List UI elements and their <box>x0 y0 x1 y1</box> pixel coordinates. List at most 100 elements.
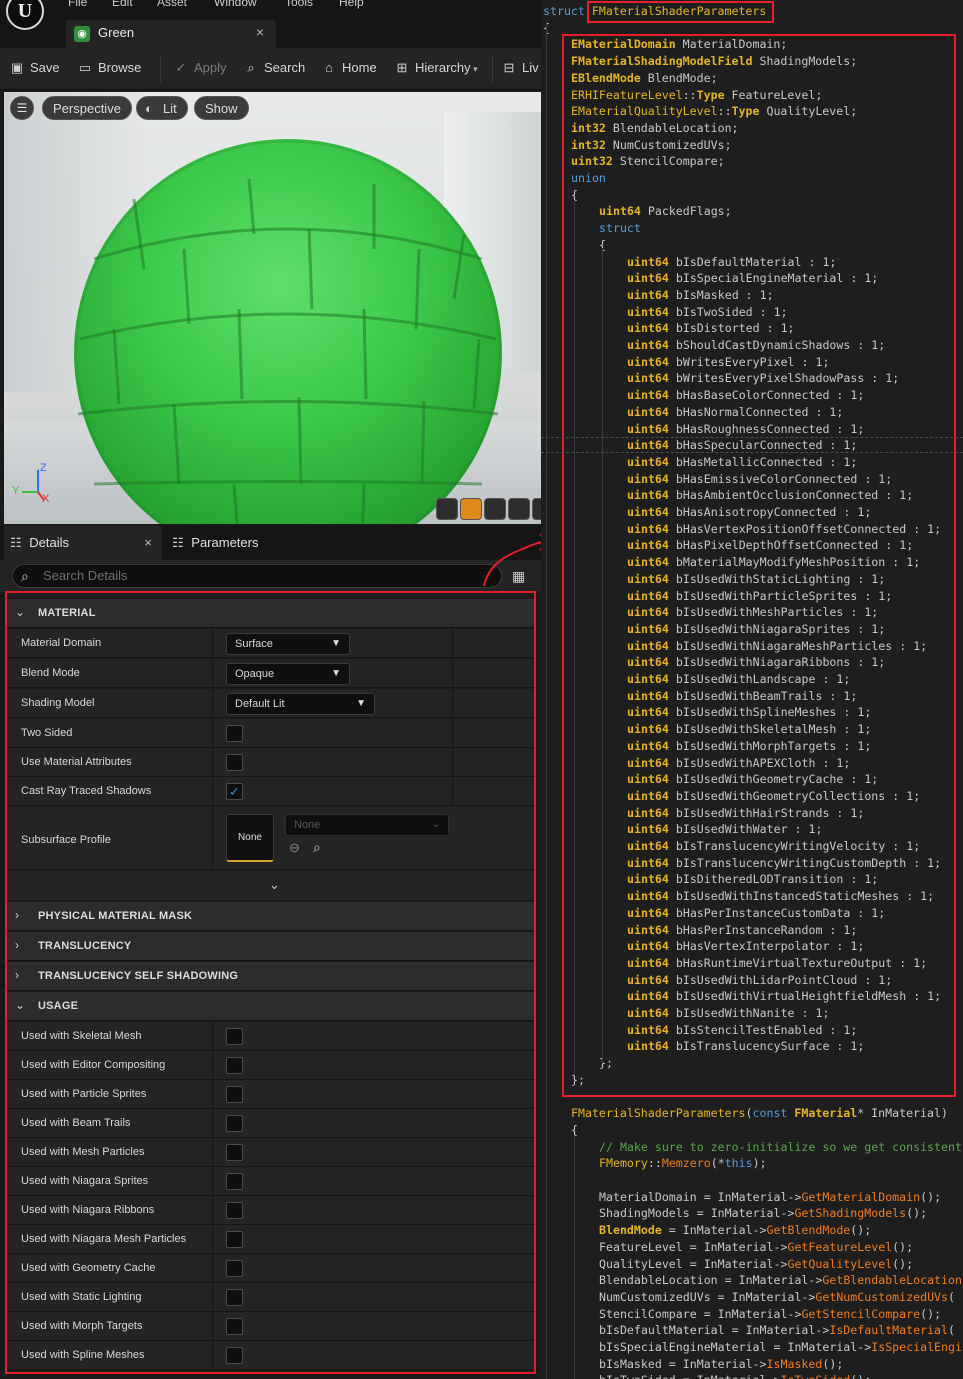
browse-icon[interactable]: ⌕ <box>313 839 321 856</box>
category-translucency[interactable]: › TRANSLUCENCY <box>7 932 534 961</box>
plane-icon[interactable] <box>484 498 506 520</box>
tab-parameters[interactable]: ☷ Parameters <box>168 526 308 560</box>
usage-checkbox[interactable] <box>226 1289 243 1306</box>
menu-bar: File Edit Asset Window Tools Help <box>0 0 541 12</box>
assignment-line[interactable]: QualityLevel = InMaterial->GetQualityLev… <box>599 1256 913 1273</box>
cylinder-icon[interactable] <box>436 498 458 520</box>
property-row-cast-ray-traced-shadows: Cast Ray Traced Shadows ✓ <box>7 777 534 806</box>
toolbar-divider <box>492 56 493 82</box>
memzero-call[interactable]: FMemory::Memzero(*this); <box>599 1155 767 1172</box>
tab-details[interactable]: ☷ Details × <box>4 526 162 560</box>
code-token: (); <box>920 1189 942 1204</box>
sphere-icon[interactable] <box>460 498 482 520</box>
constructor-signature[interactable]: FMaterialShaderParameters(const FMateria… <box>571 1105 948 1122</box>
usage-checkbox[interactable] <box>226 1318 243 1335</box>
shading-model-dropdown[interactable]: Default Lit ▼ <box>226 693 375 715</box>
menu-file[interactable]: File <box>68 0 87 9</box>
browse-button[interactable]: ▭ Browse <box>76 60 142 80</box>
show-button[interactable]: Show <box>194 96 249 120</box>
live-coding-icon: ⊟ <box>503 60 515 75</box>
use-selected-icon[interactable]: ⊖ <box>289 840 300 856</box>
code-token: IsMasked <box>766 1356 823 1371</box>
chevron-down-icon: ▼ <box>331 638 341 649</box>
category-material[interactable]: ⌄ MATERIAL <box>7 599 534 628</box>
assignment-line[interactable]: ShadingModels = InMaterial->GetShadingMo… <box>599 1205 927 1222</box>
assignment-line[interactable]: MaterialDomain = InMaterial->GetMaterial… <box>599 1189 941 1206</box>
chevron-right-icon: › <box>15 938 19 952</box>
cube-icon[interactable] <box>508 498 530 520</box>
property-row-use-material-attributes: Use Material Attributes <box>7 748 534 777</box>
usage-label: Used with Beam Trails <box>21 1117 131 1129</box>
subsurface-profile-thumbnail[interactable]: None <box>226 814 274 862</box>
apply-button[interactable]: ✓ Apply <box>172 60 227 80</box>
menu-edit[interactable]: Edit <box>112 0 133 9</box>
code-comment[interactable]: // Make sure to zero-initialize so we ge… <box>599 1139 962 1156</box>
usage-checkbox[interactable] <box>226 1202 243 1219</box>
hierarchy-button[interactable]: ⊞ Hierarchy ▾ <box>393 60 478 80</box>
menu-tools[interactable]: Tools <box>285 0 313 9</box>
menu-help[interactable]: Help <box>339 0 364 9</box>
material-preview-viewport[interactable]: ☰ Perspective ◐ Lit Show Z Y X <box>4 92 541 524</box>
chevron-down-icon: ⌄ <box>431 819 440 830</box>
code-token: ShadingModels <box>599 1206 690 1221</box>
cast-ray-traced-shadows-checkbox[interactable]: ✓ <box>226 783 243 800</box>
usage-checkbox[interactable] <box>226 1057 243 1074</box>
usage-label: Used with Spline Meshes <box>21 1349 145 1361</box>
usage-checkbox[interactable] <box>226 1173 243 1190</box>
viewport-menu-icon[interactable]: ☰ <box>10 96 34 120</box>
usage-checkbox[interactable] <box>226 1260 243 1277</box>
hierarchy-icon: ⊞ <box>396 60 408 75</box>
folder-icon: ▭ <box>78 60 92 75</box>
advanced-expander[interactable]: ⌄ <box>7 871 534 901</box>
indent-guide <box>574 200 575 1075</box>
preview-shape-bar <box>436 498 541 522</box>
lit-button[interactable]: ◐ Lit <box>136 96 188 120</box>
category-usage[interactable]: ⌄ USAGE <box>7 992 534 1021</box>
code-token: GetShadingModels <box>794 1206 907 1221</box>
live-coding-button[interactable]: ⊟ Liv <box>500 60 539 80</box>
assignment-line[interactable]: bIsTwoSided = InMaterial->IsTwoSided(); <box>599 1372 871 1379</box>
menu-asset[interactable]: Asset <box>157 0 187 9</box>
assignment-line[interactable]: BlendMode = InMaterial->GetBlendMode(); <box>599 1222 871 1239</box>
usage-row: Used with Geometry Cache <box>7 1254 534 1283</box>
usage-checkbox[interactable] <box>226 1347 243 1364</box>
code-token: (); <box>892 1239 914 1254</box>
assignment-line[interactable]: BlendableLocation = InMaterial->GetBlend… <box>599 1272 962 1289</box>
search-button[interactable]: ⌕ Search <box>242 60 305 80</box>
close-icon[interactable]: × <box>144 526 152 560</box>
assignment-line[interactable]: bIsDefaultMaterial = InMaterial->IsDefau… <box>599 1322 955 1339</box>
assignment-line[interactable]: bIsSpecialEngineMaterial = InMaterial->I… <box>599 1339 962 1356</box>
assignment-line[interactable]: FeatureLevel = InMaterial->GetFeatureLev… <box>599 1239 913 1256</box>
usage-checkbox[interactable] <box>226 1144 243 1161</box>
use-material-attributes-checkbox[interactable] <box>226 754 243 771</box>
perspective-button[interactable]: Perspective <box>42 96 132 120</box>
lit-icon: ◐ <box>145 101 153 116</box>
usage-row: Used with Spline Meshes <box>7 1341 534 1370</box>
annotation-arrow <box>483 533 541 587</box>
category-physical-material-mask[interactable]: › PHYSICAL MATERIAL MASK <box>7 902 534 931</box>
search-details-input[interactable]: ⌕ Search Details <box>12 564 502 588</box>
blend-mode-dropdown[interactable]: Opaque ▼ <box>226 663 350 685</box>
assignment-line[interactable]: StencilCompare = InMaterial->GetStencilC… <box>599 1306 941 1323</box>
assignment-line[interactable]: bIsMasked = InMaterial->IsMasked(); <box>599 1356 843 1373</box>
code-token: bIsMasked <box>599 1356 662 1371</box>
usage-checkbox[interactable] <box>226 1086 243 1103</box>
code-token: FMemory <box>599 1156 648 1171</box>
usage-checkbox[interactable] <box>226 1028 243 1045</box>
code-token: IsDefaultMaterial <box>829 1323 949 1338</box>
menu-window[interactable]: Window <box>214 0 257 9</box>
assignment-line[interactable]: NumCustomizedUVs = InMaterial->GetNumCus… <box>599 1289 955 1306</box>
usage-checkbox[interactable] <box>226 1115 243 1132</box>
material-domain-dropdown[interactable]: Surface ▼ <box>226 633 350 655</box>
two-sided-checkbox[interactable] <box>226 725 243 742</box>
usage-label: Used with Niagara Sprites <box>21 1175 149 1187</box>
teapot-icon[interactable] <box>532 498 541 520</box>
close-icon[interactable]: × <box>256 24 264 40</box>
home-button[interactable]: ⌂ Home <box>320 60 377 80</box>
code-token: = InMaterial-> <box>682 1256 788 1271</box>
subsurface-profile-dropdown[interactable]: None ⌄ <box>285 814 449 836</box>
code-token: struct <box>543 4 592 18</box>
category-translucency-self-shadowing[interactable]: › TRANSLUCENCY SELF SHADOWING <box>7 962 534 991</box>
save-button[interactable]: ▣ Save <box>8 60 60 80</box>
usage-checkbox[interactable] <box>226 1231 243 1248</box>
